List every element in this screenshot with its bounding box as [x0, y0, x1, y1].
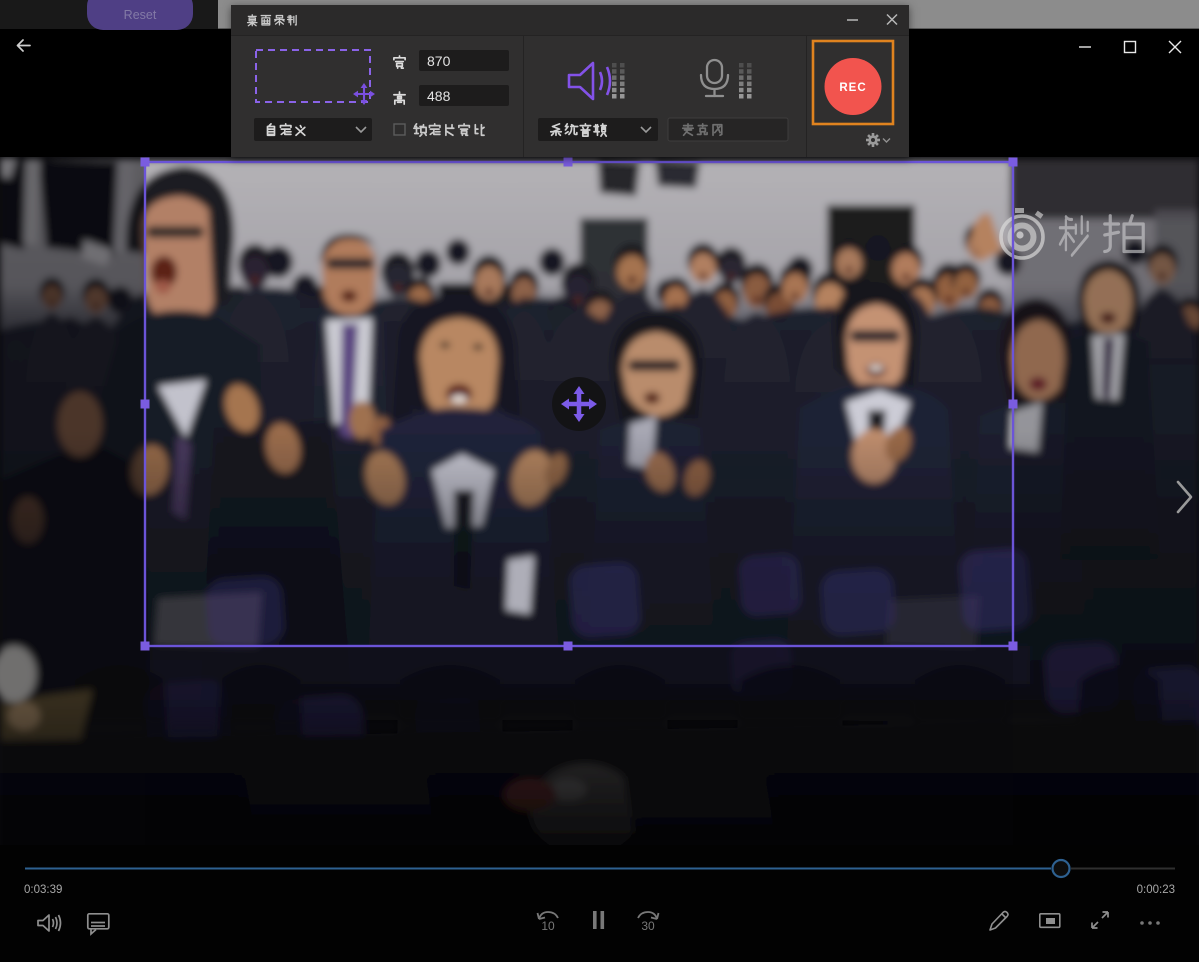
svg-text:30: 30: [641, 919, 655, 933]
svg-text:10: 10: [541, 919, 555, 933]
svg-text:0:00:23: 0:00:23: [1137, 884, 1175, 896]
svg-text:870: 870: [427, 53, 451, 69]
svg-text:488: 488: [427, 88, 451, 104]
svg-text:0:03:39: 0:03:39: [24, 884, 62, 896]
svg-text:REC: REC: [839, 82, 866, 94]
